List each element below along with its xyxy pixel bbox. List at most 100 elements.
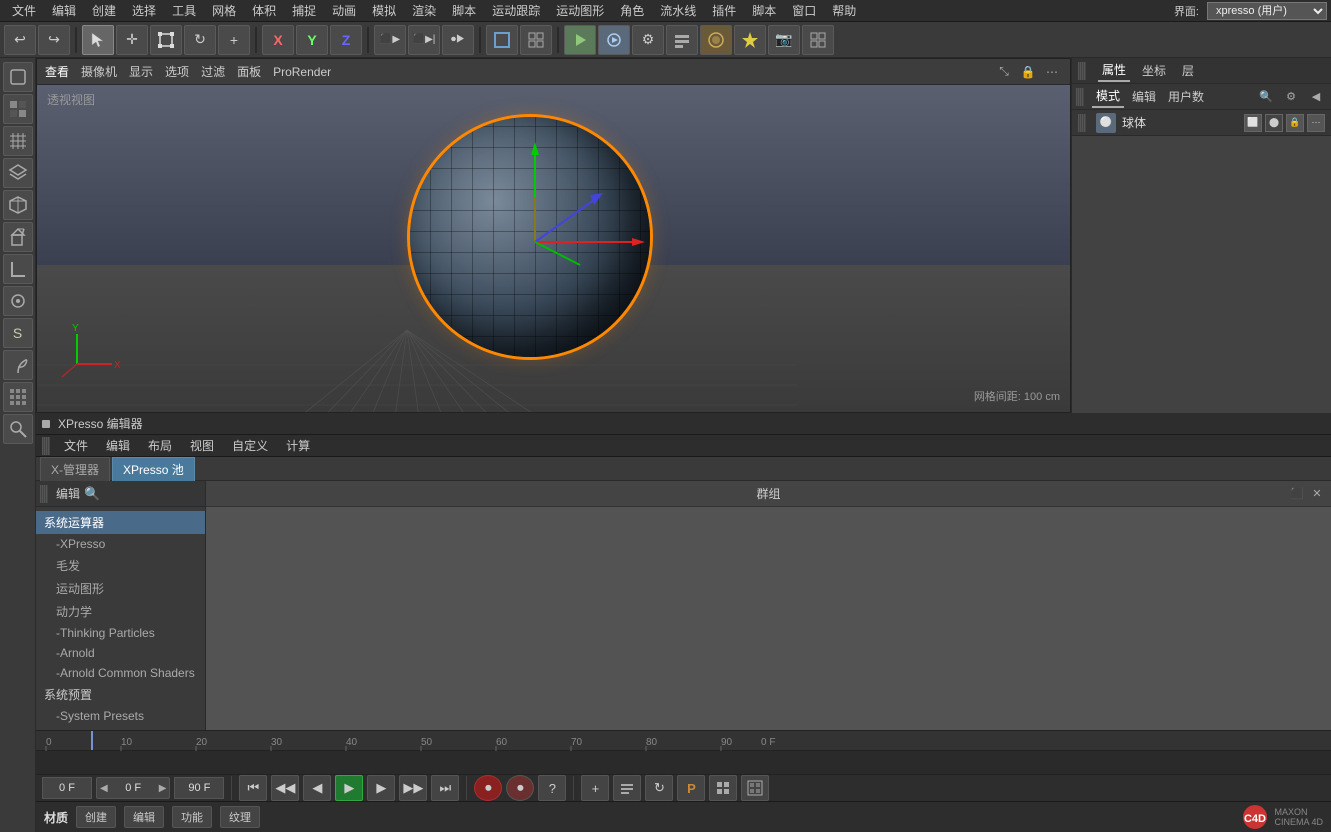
sidebar-icon-6[interactable] <box>3 222 33 252</box>
list-item-arnold[interactable]: -Arnold <box>36 643 205 663</box>
render-queue-button[interactable] <box>666 25 698 55</box>
list-item-xpresso[interactable]: -XPresso <box>36 534 205 554</box>
sidebar-icon-7[interactable] <box>3 254 33 284</box>
xpresso-node-list[interactable]: 系统运算器 -XPresso 毛发 运动图形 动力学 -Thinking Par… <box>36 507 205 730</box>
menu-edit[interactable]: 编辑 <box>44 0 84 21</box>
xp-close-icon[interactable]: ✕ <box>1309 485 1325 501</box>
scale-tool-button[interactable] <box>150 25 182 55</box>
sidebar-icon-10[interactable] <box>3 350 33 380</box>
end-frame-input[interactable] <box>174 777 224 799</box>
menu-render[interactable]: 渲染 <box>404 0 444 21</box>
frame-arrow-left[interactable]: ◀ <box>97 783 111 794</box>
list-item-dynamics[interactable]: 动力学 <box>36 600 205 623</box>
sidebar-icon-2[interactable] <box>3 94 33 124</box>
xp-menu-edit[interactable]: 编辑 <box>98 435 138 456</box>
z-axis-button[interactable]: Z <box>330 25 362 55</box>
rpanel-tab-coordinates[interactable]: 坐标 <box>1138 60 1170 81</box>
list-item-arnold-shaders[interactable]: -Arnold Common Shaders <box>36 663 205 683</box>
xp-menu-file[interactable]: 文件 <box>56 435 96 456</box>
panel-drag-handle[interactable] <box>1078 62 1086 80</box>
sidebar-icon-8[interactable] <box>3 286 33 316</box>
viewport-single[interactable] <box>486 25 518 55</box>
menu-help[interactable]: 帮助 <box>824 0 864 21</box>
render-button[interactable] <box>598 25 630 55</box>
add-key-button[interactable]: + <box>581 775 609 801</box>
start-frame-input[interactable] <box>42 777 92 799</box>
snap-key-button[interactable] <box>709 775 737 801</box>
materials-edit-button[interactable]: 编辑 <box>124 806 164 828</box>
auto-key-button[interactable]: ⏺ <box>506 775 534 801</box>
camera-button[interactable]: 📷 <box>768 25 800 55</box>
play-button[interactable]: ▶ <box>335 775 363 801</box>
list-search-icon[interactable]: 🔍 <box>84 486 100 502</box>
menu-window[interactable]: 窗口 <box>784 0 824 21</box>
prev-frame-button[interactable]: ◀◀ <box>271 775 299 801</box>
viewport-tab-options[interactable]: 选项 <box>165 63 189 80</box>
sidebar-icon-11[interactable] <box>3 382 33 412</box>
dots-icon[interactable]: ⋯ <box>1307 114 1325 132</box>
viewport-tab-panel[interactable]: 面板 <box>237 63 261 80</box>
loop-button[interactable]: ↻ <box>645 775 673 801</box>
go-end-button[interactable]: ⏭ <box>431 775 459 801</box>
sub-panel-handle[interactable] <box>1076 88 1084 106</box>
move-tool-button[interactable]: ✛ <box>116 25 148 55</box>
menu-simulate[interactable]: 模拟 <box>364 0 404 21</box>
x-axis-button[interactable]: X <box>262 25 294 55</box>
list-item-hair[interactable]: 毛发 <box>36 554 205 577</box>
menu-tools[interactable]: 工具 <box>164 0 204 21</box>
materials-texture-button[interactable]: 纹理 <box>220 806 260 828</box>
material-editor-button[interactable] <box>700 25 732 55</box>
rotate-tool-button[interactable]: ↻ <box>184 25 216 55</box>
menu-select[interactable]: 选择 <box>124 0 164 21</box>
rpanel-subtab-usercount[interactable]: 用户数 <box>1164 86 1208 107</box>
lock-obj-icon[interactable]: 🔒 <box>1286 114 1304 132</box>
xp-menu-handle[interactable] <box>42 437 50 455</box>
list-item-presets-category[interactable]: 系统预置 <box>36 683 205 706</box>
list-item-system-presets[interactable]: -System Presets <box>36 706 205 726</box>
undo-button[interactable]: ↩ <box>4 25 36 55</box>
interface-dropdown[interactable]: xpresso (用户) <box>1207 2 1327 20</box>
dope-sheet-button[interactable] <box>741 775 769 801</box>
viewport-tab-prorender[interactable]: ProRender <box>273 65 331 79</box>
xp-tab-pool[interactable]: XPresso 池 <box>112 457 195 481</box>
sidebar-icon-12[interactable] <box>3 414 33 444</box>
materials-create-button[interactable]: 创建 <box>76 806 116 828</box>
xp-menu-calc[interactable]: 计算 <box>278 435 318 456</box>
menu-pipeline[interactable]: 流水线 <box>652 0 704 21</box>
step-back-button[interactable]: ◀ <box>303 775 331 801</box>
viewport-tab-camera[interactable]: 摄像机 <box>81 63 117 80</box>
viewport-tab-display[interactable]: 显示 <box>129 63 153 80</box>
menu-motion-track[interactable]: 运动跟踪 <box>484 0 548 21</box>
visibility-icon[interactable]: ⬜ <box>1244 114 1262 132</box>
keyframe-button[interactable]: ⬛▶ <box>374 25 406 55</box>
menu-volume[interactable]: 体积 <box>244 0 284 21</box>
sphere-object[interactable] <box>410 117 650 357</box>
select-tool-button[interactable] <box>82 25 114 55</box>
vp-expand-icon[interactable]: ⤡ <box>994 62 1014 82</box>
rpanel-tab-layer[interactable]: 层 <box>1178 60 1198 81</box>
record-keyframe-button[interactable]: ⏺ <box>474 775 502 801</box>
vp-more-icon[interactable]: ⋯ <box>1042 62 1062 82</box>
menu-character[interactable]: 角色 <box>612 0 652 21</box>
step-forward-button[interactable]: ▶ <box>367 775 395 801</box>
menu-mesh[interactable]: 网格 <box>204 0 244 21</box>
xp-tab-manager[interactable]: X-管理器 <box>40 457 110 481</box>
rpanel-search-icon[interactable]: 🔍 <box>1255 87 1277 107</box>
viewport-tab-view[interactable]: 查看 <box>45 63 69 80</box>
timeline-track-area[interactable] <box>36 751 1331 774</box>
render-vis-icon[interactable]: ⬤ <box>1265 114 1283 132</box>
light-button[interactable] <box>734 25 766 55</box>
menu-plugins[interactable]: 插件 <box>704 0 744 21</box>
menu-script-main[interactable]: 脚本 <box>444 0 484 21</box>
menu-animate[interactable]: 动画 <box>324 0 364 21</box>
y-axis-button[interactable]: Y <box>296 25 328 55</box>
list-handle[interactable] <box>40 485 48 503</box>
frame-arrow-right[interactable]: ▶ <box>156 783 170 794</box>
go-start-button[interactable]: ⏮ <box>239 775 267 801</box>
viewport-multi[interactable] <box>520 25 552 55</box>
materials-function-button[interactable]: 功能 <box>172 806 212 828</box>
xp-menu-layout[interactable]: 布局 <box>140 435 180 456</box>
rpanel-subtab-mode[interactable]: 模式 <box>1092 85 1124 108</box>
menu-create[interactable]: 创建 <box>84 0 124 21</box>
motion-path-button[interactable]: P <box>677 775 705 801</box>
